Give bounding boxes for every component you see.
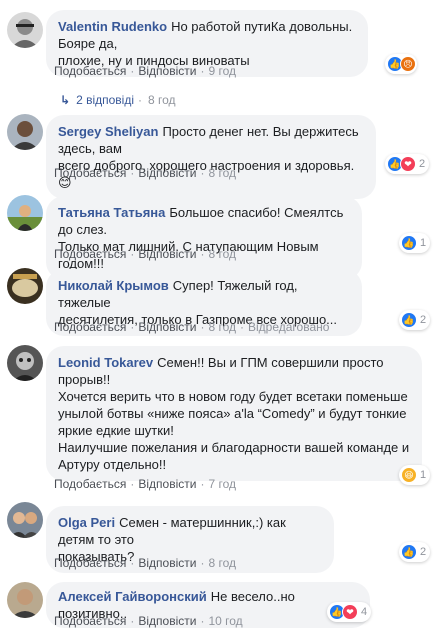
- comment-actions: Подобається · Відповісти · 8 год · Відредагова…: [54, 320, 330, 334]
- avatar[interactable]: [7, 195, 43, 231]
- reply-link[interactable]: Відповісти: [138, 477, 196, 491]
- like-icon: 👍: [401, 235, 417, 251]
- reaction-summary[interactable]: 👍 2: [399, 542, 431, 562]
- comment-actions: Подобається · Відповісти · 9 год: [54, 64, 236, 78]
- reaction-summary[interactable]: 👍 1: [399, 233, 431, 253]
- avatar[interactable]: [7, 114, 43, 150]
- reaction-summary[interactable]: 👍 ❤ 4: [327, 602, 372, 622]
- reaction-summary[interactable]: 😆 1: [399, 465, 431, 485]
- avatar[interactable]: [7, 345, 43, 381]
- comment-bubble: Sergey Sheliyan Просто денег нет. Вы держ…: [46, 115, 376, 199]
- comment-actions: Подобається · Відповісти · 10 год: [54, 614, 243, 628]
- like-link[interactable]: Подобається: [54, 64, 126, 78]
- reply-arrow-icon: ↳: [60, 93, 71, 107]
- reply-link[interactable]: Відповісти: [138, 320, 196, 334]
- reply-link[interactable]: Відповісти: [138, 614, 196, 628]
- like-link[interactable]: Подобається: [54, 477, 126, 491]
- comment-author[interactable]: Sergey Sheliyan: [58, 124, 158, 139]
- comment-actions: Подобається · Відповісти · 8 год: [54, 247, 236, 261]
- comment-author[interactable]: Valentin Rudenko: [58, 19, 167, 34]
- reply-link[interactable]: Відповісти: [138, 166, 196, 180]
- reply-link[interactable]: Відповісти: [138, 556, 196, 570]
- comment-author[interactable]: Olga Peri: [58, 515, 115, 530]
- like-link[interactable]: Подобається: [54, 320, 126, 334]
- comment-text: Семен!! Вы и ГПМ совершили просто прорыв…: [58, 355, 410, 472]
- reaction-count: 2: [420, 546, 427, 558]
- comment-actions: Подобається · Відповісти · 7 год: [54, 477, 236, 491]
- replies-count[interactable]: 2 відповіді: [76, 93, 134, 107]
- timestamp[interactable]: 9 год: [208, 64, 236, 78]
- reaction-count: 2: [419, 158, 426, 170]
- timestamp[interactable]: 8 год: [208, 247, 236, 261]
- love-icon: ❤: [342, 604, 358, 620]
- comment-author[interactable]: Leonid Tokarev: [58, 355, 153, 370]
- like-link[interactable]: Подобається: [54, 556, 126, 570]
- like-link[interactable]: Подобається: [54, 247, 126, 261]
- like-link[interactable]: Подобається: [54, 166, 126, 180]
- comment-author[interactable]: Татьяна Татьяна: [58, 205, 165, 220]
- like-icon: 👍: [401, 312, 417, 328]
- haha-icon: 😆: [401, 467, 417, 483]
- reaction-summary[interactable]: 👍 2: [399, 310, 431, 330]
- comment-actions: Подобається · Відповісти · 8 год: [54, 556, 236, 570]
- reaction-count: 1: [420, 237, 427, 249]
- love-icon: ❤: [400, 156, 416, 172]
- comment-author[interactable]: Николай Крымов: [58, 278, 169, 293]
- timestamp[interactable]: 8 год: [208, 166, 236, 180]
- angry-icon: 😠: [400, 56, 416, 72]
- comment-bubble: Leonid Tokarev Семен!! Вы и ГПМ совершили…: [46, 346, 422, 481]
- reaction-summary[interactable]: 👍 ❤ 2: [385, 154, 430, 174]
- avatar[interactable]: [7, 582, 43, 618]
- edited-label[interactable]: Відредаговано: [248, 320, 329, 334]
- reply-link[interactable]: Відповісти: [138, 247, 196, 261]
- comment-actions: Подобається · Відповісти · 8 год: [54, 166, 236, 180]
- timestamp[interactable]: 8 год: [208, 320, 236, 334]
- reaction-summary[interactable]: 👍 😠: [385, 54, 417, 74]
- avatar[interactable]: [7, 268, 43, 304]
- like-icon: 👍: [401, 544, 417, 560]
- comment-bubble: Татьяна Татьяна Большое спасибо! Смеялтсь…: [46, 196, 362, 280]
- like-link[interactable]: Подобається: [54, 614, 126, 628]
- timestamp[interactable]: 10 год: [208, 614, 242, 628]
- avatar[interactable]: [7, 12, 43, 48]
- comment-author[interactable]: Алексей Гайворонский: [58, 589, 207, 604]
- reaction-count: 1: [420, 469, 427, 481]
- reaction-count: 4: [361, 606, 368, 618]
- reply-link[interactable]: Відповісти: [138, 64, 196, 78]
- replies-time: 8 год: [148, 93, 176, 107]
- view-replies-link[interactable]: ↳ 2 відповіді · 8 год: [60, 93, 176, 107]
- timestamp[interactable]: 7 год: [208, 477, 236, 491]
- avatar[interactable]: [7, 502, 43, 538]
- reaction-count: 2: [420, 314, 427, 326]
- timestamp[interactable]: 8 год: [208, 556, 236, 570]
